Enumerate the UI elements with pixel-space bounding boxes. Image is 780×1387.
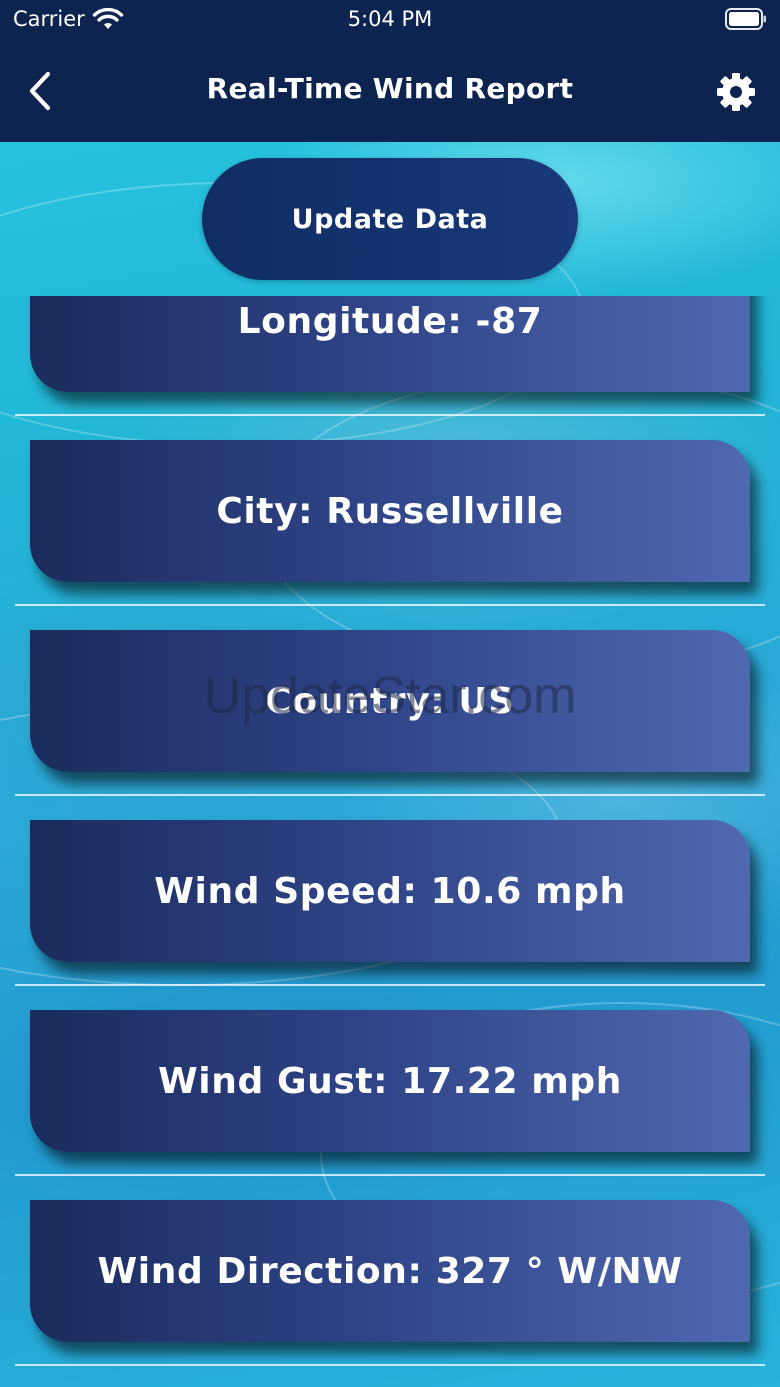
info-card: Wind Gust: 17.22 mph: [30, 1010, 750, 1152]
info-card: Country: US: [30, 630, 750, 772]
content-area: Update Data Longitude: -87 City: Russell…: [0, 142, 780, 1387]
navigation-bar: Real-Time Wind Report: [0, 44, 780, 142]
info-card: Wind Direction: 327 ° W/NW: [30, 1200, 750, 1342]
wind-report-list[interactable]: Longitude: -87 City: Russellville Countr…: [0, 296, 780, 1387]
row-separator: [15, 1364, 765, 1366]
settings-button[interactable]: [716, 72, 756, 112]
status-bar: Carrier 5:04 PM: [0, 0, 780, 44]
list-item-wind-direction: Wind Direction: 327 ° W/NW: [0, 1176, 780, 1366]
info-card: City: Russellville: [30, 440, 750, 582]
update-data-button[interactable]: Update Data: [202, 158, 578, 280]
list-item-wind-speed: Wind Speed: 10.6 mph: [0, 796, 780, 986]
status-time: 5:04 PM: [347, 7, 433, 31]
gear-icon: [717, 73, 755, 111]
info-card: Longitude: -87: [30, 296, 750, 392]
list-item-wind-gust: Wind Gust: 17.22 mph: [0, 986, 780, 1176]
info-card: Wind Speed: 10.6 mph: [30, 820, 750, 962]
page-title: Real-Time Wind Report: [206, 72, 574, 105]
battery-icon: [725, 8, 766, 30]
list-item-city: City: Russellville: [0, 416, 780, 606]
list-item-country: Country: US: [0, 606, 780, 796]
list-item-longitude: Longitude: -87: [0, 296, 780, 416]
